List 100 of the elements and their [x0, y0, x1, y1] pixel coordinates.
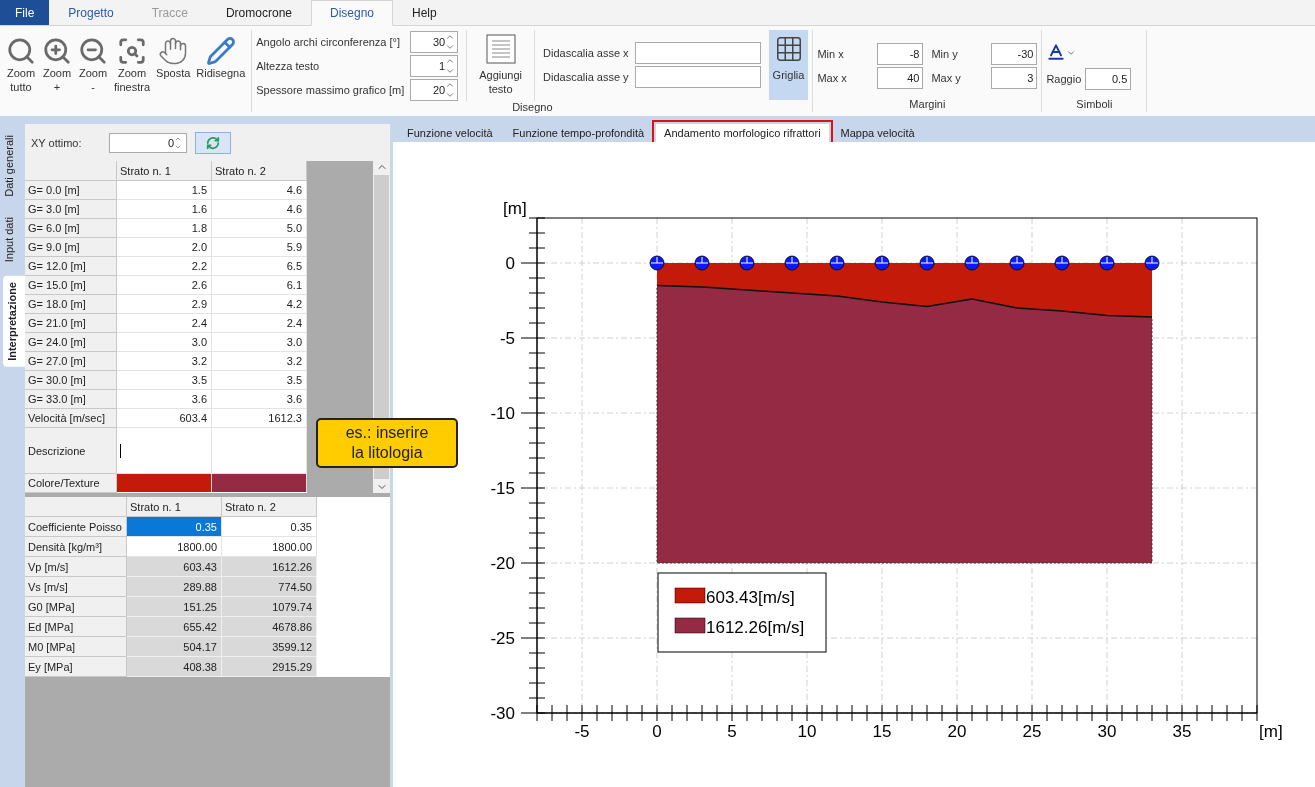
side-tab[interactable]: Input dati	[0, 210, 25, 269]
table-cell: 655.42	[127, 617, 222, 637]
menu-tab[interactable]: Progetto	[49, 0, 133, 25]
toolbar-button[interactable]: Sposta	[154, 36, 193, 80]
number-spinner[interactable]: 30	[410, 31, 459, 53]
input-field[interactable]: -8	[877, 43, 924, 65]
y-tick-label: -20	[490, 554, 515, 573]
row-header: G= 9.0 [m]	[25, 238, 117, 257]
x-axis-title: [m]	[1259, 722, 1283, 741]
table-cell[interactable]: 0.35	[127, 517, 222, 537]
field-label: Spessore massimo grafico [m]	[256, 84, 405, 96]
table-cell: 289.88	[127, 577, 222, 597]
row-header: M0 [MPa]	[25, 637, 127, 657]
toolbar-button[interactable]: Zoom tutto	[4, 36, 38, 94]
table-cell: 1079.74	[222, 597, 317, 617]
input-field[interactable]	[634, 42, 761, 64]
geophone-marker	[1099, 255, 1115, 271]
row-header: Velocità [m/sec]	[25, 409, 117, 428]
table-cell: 2915.29	[222, 657, 317, 677]
table-cell: 5.9	[212, 238, 307, 257]
column-header: Strato n. 1	[117, 161, 212, 181]
text-cursor	[120, 443, 121, 458]
table-cell[interactable]: 1800.00	[222, 537, 317, 557]
row-header: G= 12.0 [m]	[25, 257, 117, 276]
x-tick-label: 30	[1097, 722, 1117, 741]
table-cell: 4.6	[212, 200, 307, 219]
field-label: Didascalia asse x	[543, 47, 629, 59]
toolbar-button[interactable]: Zoom +	[40, 36, 74, 94]
toolbar-button[interactable]: Zoom finestra	[112, 36, 153, 94]
field-label: Raggio	[1046, 73, 1082, 85]
number-spinner[interactable]: 1	[410, 55, 459, 77]
callout-note: es.: inserire la litologia	[316, 418, 458, 468]
text-cell[interactable]	[117, 428, 212, 474]
field-label: XY ottimo:	[31, 136, 83, 149]
toolbar-button[interactable]: Ridisegna	[194, 36, 248, 80]
side-tab[interactable]: Dati generali	[0, 129, 25, 203]
row-header: Descrizione	[25, 428, 117, 474]
row-header: G= 15.0 [m]	[25, 276, 117, 295]
menu-tab[interactable]: Help	[393, 0, 456, 25]
y-tick-label: -5	[499, 329, 515, 348]
toolbar-button[interactable]: Zoom -	[76, 36, 110, 94]
grid-button[interactable]: Griglia	[768, 30, 809, 100]
field-label: Max x	[817, 72, 848, 84]
zoom-all-icon	[6, 36, 36, 66]
input-field[interactable]: 0.5	[1085, 68, 1132, 90]
column-header: Strato n. 1	[127, 497, 222, 517]
refresh-button[interactable]	[195, 131, 231, 154]
side-tab[interactable]: Interpretazione	[3, 276, 25, 367]
legend-label: 1612.26[m/s]	[706, 618, 805, 637]
field-label: Min y	[931, 48, 959, 60]
menu-tab[interactable]: File	[0, 0, 50, 25]
table-cell: 2.0	[117, 238, 212, 257]
table-cell: 774.50	[222, 577, 317, 597]
y-axis-title: [m]	[503, 199, 527, 218]
dropdown-caret-icon	[1066, 48, 1077, 58]
table-cell: 1612.26	[222, 557, 317, 577]
row-header: Ed [MPa]	[25, 617, 127, 637]
number-spinner[interactable]: 0	[109, 132, 187, 153]
pencil-icon	[205, 36, 236, 66]
column-header: Strato n. 2	[222, 497, 317, 517]
x-tick-label: 20	[947, 722, 967, 741]
row-header: G= 21.0 [m]	[25, 314, 117, 333]
font-color-button[interactable]	[1046, 42, 1077, 62]
row-header: G= 30.0 [m]	[25, 371, 117, 390]
geophone-marker	[694, 255, 710, 271]
row-header: G= 33.0 [m]	[25, 390, 117, 409]
color-swatch[interactable]	[117, 474, 212, 492]
y-tick-label: -15	[490, 479, 515, 498]
menu-tab[interactable]: Disegno	[311, 0, 393, 26]
input-field[interactable]: -30	[991, 43, 1038, 65]
refresh-icon	[206, 135, 220, 150]
input-field[interactable]	[634, 66, 761, 88]
table-cell[interactable]: 0.35	[222, 517, 317, 537]
table-cell: 408.38	[127, 657, 222, 677]
table-cell[interactable]: 1800.00	[127, 537, 222, 557]
table-cell: 4.6	[212, 181, 307, 200]
color-swatch[interactable]	[212, 474, 307, 492]
chart-tab[interactable]: Funzione tempo-profondità	[504, 124, 653, 142]
input-field[interactable]: 40	[877, 67, 924, 89]
geophone-marker	[739, 255, 755, 271]
text-cell[interactable]	[212, 428, 307, 474]
geophone-marker	[1009, 255, 1025, 271]
number-spinner[interactable]: 20	[410, 79, 459, 101]
zoom-in-icon	[42, 36, 72, 66]
geophone-marker	[1144, 255, 1160, 271]
field-label: Altezza testo	[256, 60, 321, 72]
x-tick-label: 15	[872, 722, 892, 741]
chart-tab[interactable]: Mappa velocità	[832, 124, 923, 142]
y-tick-label: -25	[490, 629, 515, 648]
table-cell: 1.6	[117, 200, 212, 219]
table-cell: 504.17	[127, 637, 222, 657]
geophone-marker	[919, 255, 935, 271]
row-header: Colore/Texture	[25, 474, 117, 493]
menu-tab[interactable]: Dromocrone	[206, 0, 311, 25]
table-cell: 3.0	[212, 333, 307, 352]
row-header: G= 27.0 [m]	[25, 352, 117, 371]
input-field[interactable]: 3	[991, 67, 1038, 89]
table-cell: 2.4	[117, 314, 212, 333]
chart-tab[interactable]: Funzione velocità	[399, 124, 501, 142]
add-text-button[interactable]: Aggiungi testo	[475, 30, 526, 100]
